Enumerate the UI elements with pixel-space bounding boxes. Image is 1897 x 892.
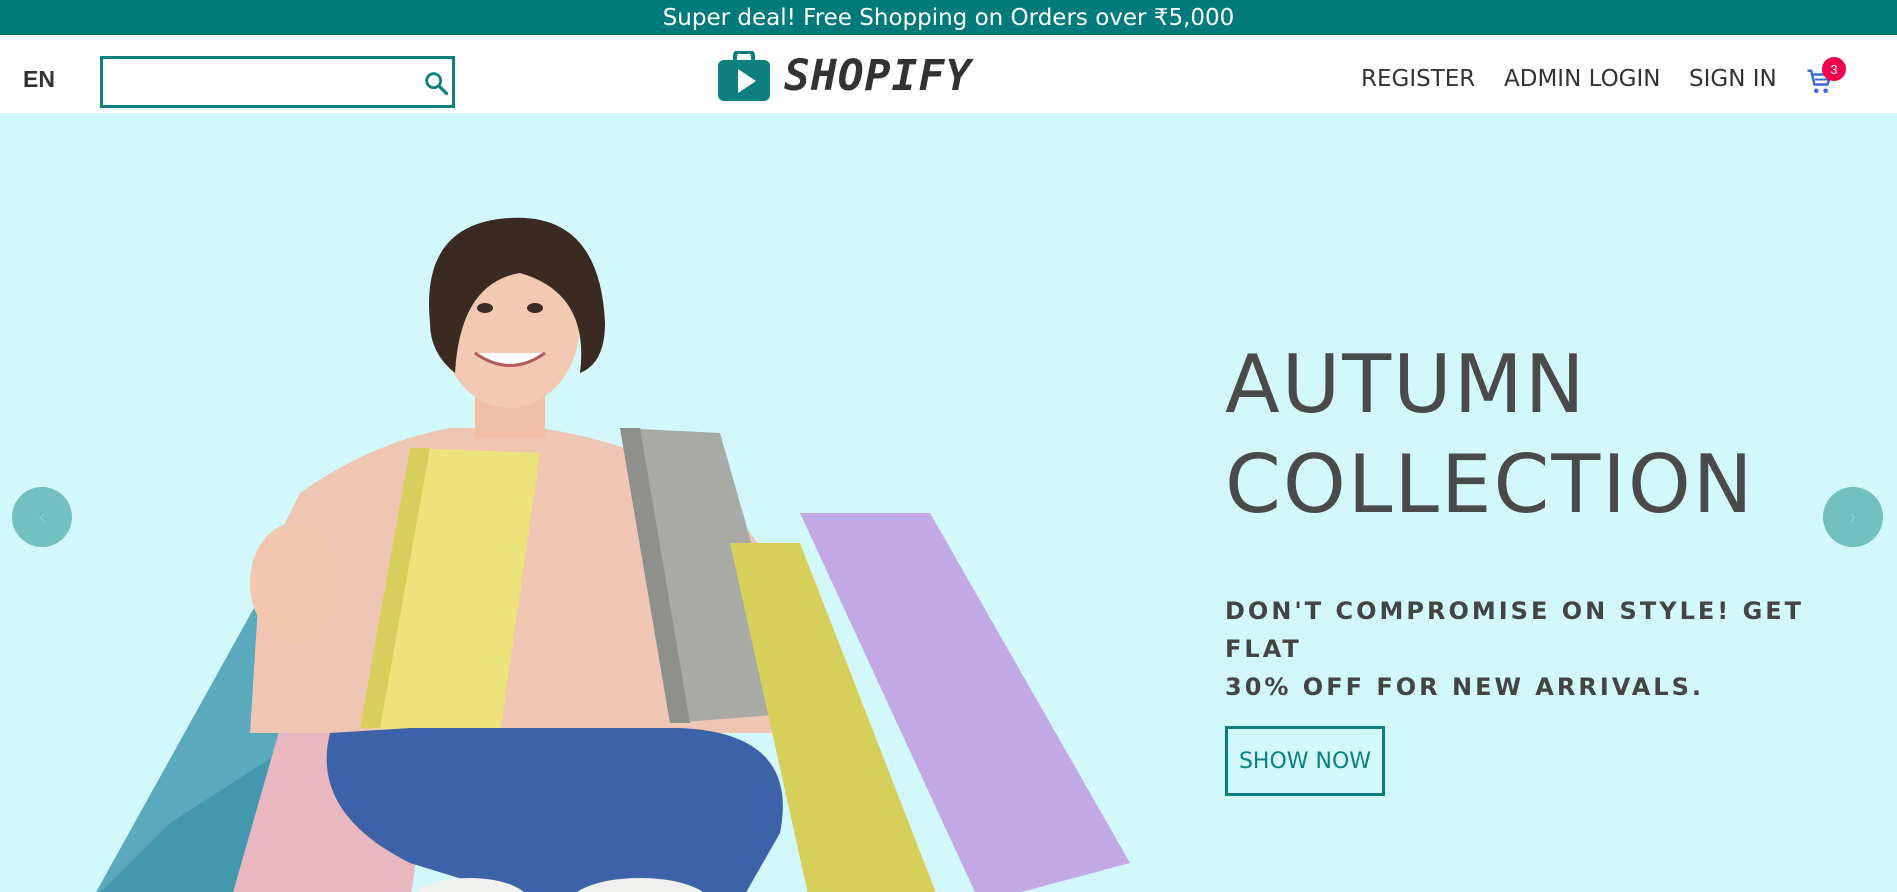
woman-with-shopping-bags-image bbox=[96, 217, 1130, 892]
search-box bbox=[100, 56, 455, 108]
announcement-text: Super deal! Free Shopping on Orders over… bbox=[662, 4, 1235, 31]
search-icon[interactable] bbox=[422, 69, 450, 97]
admin-login-link[interactable]: ADMIN LOGIN bbox=[1504, 68, 1661, 91]
chevron-right-icon: › bbox=[1849, 506, 1857, 528]
logo-text: SHOPIFY bbox=[784, 51, 973, 101]
hero-title-line1: AUTUMN bbox=[1225, 338, 1587, 431]
slider-next-button[interactable]: › bbox=[1823, 487, 1883, 547]
announcement-bar: Super deal! Free Shopping on Orders over… bbox=[0, 0, 1897, 35]
hero-subtitle-line1: DON'T COMPROMISE ON STYLE! GET FLAT bbox=[1225, 597, 1805, 663]
logo[interactable]: SHOPIFY bbox=[718, 50, 972, 102]
hero-subtitle-line2: 30% OFF FOR NEW ARRIVALS. bbox=[1225, 673, 1704, 701]
chevron-left-icon: ‹ bbox=[38, 506, 46, 528]
hero-subtitle: DON'T COMPROMISE ON STYLE! GET FLAT 30% … bbox=[1225, 592, 1825, 706]
shopping-bag-play-icon bbox=[718, 51, 770, 101]
register-link[interactable]: REGISTER bbox=[1361, 68, 1475, 91]
hero-slider: ‹ › AUTUMN COLLECTION DON'T COMPROMISE O… bbox=[0, 113, 1897, 892]
hero-title: AUTUMN COLLECTION bbox=[1225, 335, 1825, 535]
cart-count-badge: 3 bbox=[1822, 57, 1846, 81]
slider-prev-button[interactable]: ‹ bbox=[12, 487, 72, 547]
hero-title-line2: COLLECTION bbox=[1225, 438, 1755, 531]
search-input[interactable] bbox=[111, 65, 411, 99]
sign-in-link[interactable]: SIGN IN bbox=[1689, 68, 1777, 91]
show-now-button[interactable]: SHOW NOW bbox=[1225, 726, 1385, 796]
language-selector[interactable]: EN bbox=[23, 68, 55, 91]
navbar: EN SHOPIFY REGISTER ADMIN LOGIN SIGN IN … bbox=[0, 35, 1897, 113]
